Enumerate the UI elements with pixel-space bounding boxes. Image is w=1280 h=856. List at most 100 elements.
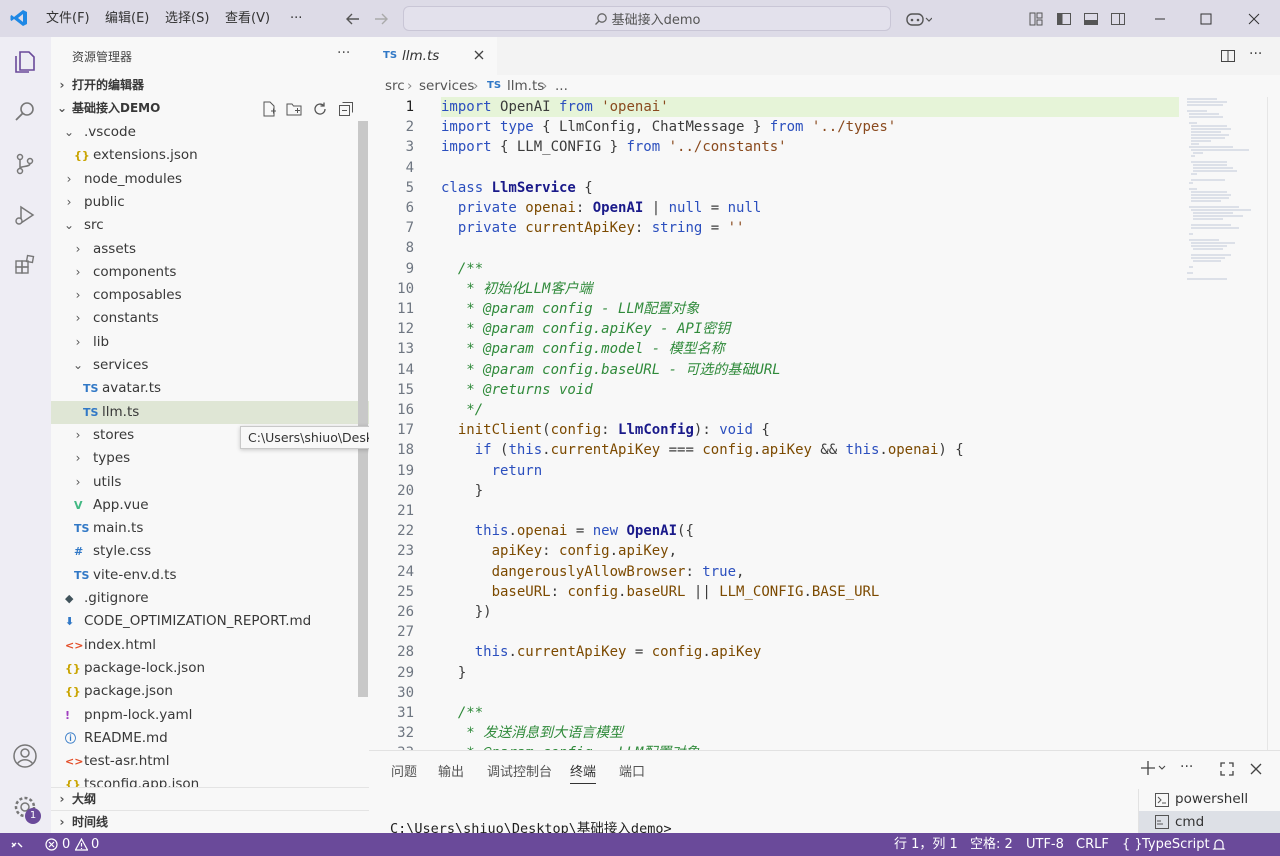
- tab-output[interactable]: 输出: [438, 761, 464, 780]
- tree-item[interactable]: ⌄ .vscode: [51, 121, 369, 144]
- timeline-section[interactable]: › 时间线: [51, 810, 369, 833]
- tree-item[interactable]: › components: [51, 261, 369, 284]
- tree-item-label: types: [93, 450, 131, 466]
- tree-item[interactable]: ⓘ README.md: [51, 727, 369, 750]
- editor-scrollbar[interactable]: [1267, 97, 1280, 750]
- tree-item[interactable]: ⌄ services: [51, 354, 369, 377]
- tree-item-label: README.md: [84, 730, 168, 746]
- maximize-panel-icon[interactable]: [1220, 762, 1234, 776]
- tree-item[interactable]: › constants: [51, 307, 369, 330]
- outline-section[interactable]: › 大纲: [51, 787, 369, 810]
- account-icon[interactable]: [10, 741, 40, 771]
- code-line: }): [441, 604, 492, 620]
- tab-llm-ts[interactable]: TS llm.ts: [369, 37, 497, 75]
- tree-item[interactable]: # style.css: [51, 540, 369, 563]
- panel-more-button[interactable]: ···: [1180, 759, 1193, 775]
- tree-item[interactable]: › node_modules: [51, 168, 369, 191]
- cursor-position[interactable]: 行 1，列 1: [894, 833, 958, 856]
- language-mode[interactable]: TypeScript: [1142, 833, 1210, 856]
- extensions-icon[interactable]: [10, 250, 40, 280]
- tab-ports[interactable]: 端口: [619, 761, 645, 780]
- tab-debug-console[interactable]: 调试控制台: [487, 761, 552, 780]
- tree-item[interactable]: ⬇ CODE_OPTIMIZATION_REPORT.md: [51, 610, 369, 633]
- new-terminal-icon[interactable]: [1140, 760, 1166, 776]
- close-window-icon[interactable]: [1244, 9, 1264, 29]
- tree-item[interactable]: {} extensions.json: [51, 144, 369, 167]
- tree-item[interactable]: ! pnpm-lock.yaml: [51, 704, 369, 727]
- terminal-item-cmd[interactable]: cmd: [1139, 811, 1280, 834]
- new-folder-icon[interactable]: [286, 101, 302, 117]
- toggle-primary-sidebar-icon[interactable]: [1054, 9, 1074, 29]
- file-type-icon: <>: [65, 755, 84, 768]
- tab-problems[interactable]: 问题: [391, 761, 417, 780]
- tab-terminal[interactable]: 终端: [570, 761, 597, 784]
- manage-gear-icon[interactable]: 1: [10, 792, 41, 824]
- tree-item[interactable]: › types: [51, 447, 369, 470]
- remote-icon[interactable]: [10, 838, 24, 852]
- code-line: * @param config.apiKey - API密钥: [441, 321, 731, 338]
- tree-item[interactable]: TS llm.ts: [51, 401, 369, 424]
- line-number: 30: [397, 684, 414, 701]
- new-file-icon[interactable]: [261, 101, 277, 117]
- explorer-icon[interactable]: [10, 47, 40, 77]
- sidebar-scrollbar[interactable]: [358, 121, 368, 697]
- split-editor-icon[interactable]: [1220, 48, 1236, 64]
- search-view-icon[interactable]: [10, 97, 40, 127]
- minimap[interactable]: [1185, 97, 1267, 287]
- indentation[interactable]: 空格: 2: [970, 833, 1013, 856]
- tree-item[interactable]: TS main.ts: [51, 517, 369, 540]
- sidebar-more-button[interactable]: ···: [337, 45, 350, 61]
- tree-item[interactable]: <> test-asr.html: [51, 750, 369, 773]
- encoding[interactable]: UTF-8: [1026, 833, 1064, 856]
- tree-item[interactable]: TS vite-env.d.ts: [51, 564, 369, 587]
- close-panel-icon[interactable]: [1249, 762, 1263, 776]
- tree-item-label: extensions.json: [93, 147, 198, 163]
- toggle-secondary-sidebar-icon[interactable]: [1108, 9, 1128, 29]
- run-debug-icon[interactable]: [10, 200, 40, 230]
- menu-file[interactable]: 文件(F): [46, 0, 90, 37]
- tree-item[interactable]: › lib: [51, 331, 369, 354]
- open-editors-section[interactable]: › 打开的编辑器: [51, 74, 369, 97]
- tree-item-label: llm.ts: [102, 404, 140, 420]
- menu-edit[interactable]: 编辑(E): [105, 0, 149, 37]
- tree-item[interactable]: V App.vue: [51, 494, 369, 517]
- status-bar: 0 0 行 1，列 1 空格: 2 UTF-8 CRLF { } TypeScr…: [0, 833, 1280, 856]
- minimize-icon[interactable]: [1150, 9, 1170, 29]
- forward-arrow-icon[interactable]: [371, 9, 391, 29]
- layout-customize-icon[interactable]: [1026, 9, 1046, 29]
- back-arrow-icon[interactable]: [343, 9, 363, 29]
- error-count[interactable]: 0: [62, 833, 70, 856]
- menu-view[interactable]: 查看(V): [225, 0, 270, 37]
- tree-item[interactable]: ◆ .gitignore: [51, 587, 369, 610]
- tree-item[interactable]: › assets: [51, 238, 369, 261]
- editor-more-button[interactable]: ···: [1249, 46, 1262, 62]
- tree-item[interactable]: › public: [51, 191, 369, 214]
- breadcrumb-src[interactable]: src: [385, 75, 405, 97]
- terminal-item-powershell[interactable]: powershell: [1139, 789, 1280, 811]
- menu-selection[interactable]: 选择(S): [165, 0, 209, 37]
- chevron-right-icon: ›: [75, 335, 81, 349]
- tree-item[interactable]: <> index.html: [51, 634, 369, 657]
- tree-item[interactable]: TS avatar.ts: [51, 377, 369, 400]
- warning-count[interactable]: 0: [91, 833, 99, 856]
- tree-item[interactable]: {} package-lock.json: [51, 657, 369, 680]
- notifications-bell-icon[interactable]: [1212, 838, 1226, 852]
- refresh-icon[interactable]: [312, 101, 328, 117]
- copilot-icon[interactable]: [904, 9, 934, 29]
- command-search[interactable]: 基础接入demo: [403, 6, 891, 31]
- toggle-panel-icon[interactable]: [1081, 9, 1101, 29]
- tree-item[interactable]: › utils: [51, 471, 369, 494]
- menu-more[interactable]: ···: [290, 0, 302, 37]
- close-tab-icon[interactable]: [472, 48, 486, 62]
- breadcrumb-symbol[interactable]: ...: [555, 75, 568, 97]
- tree-item[interactable]: › composables: [51, 284, 369, 307]
- breadcrumb-services[interactable]: services: [419, 75, 474, 97]
- source-control-icon[interactable]: [10, 149, 40, 179]
- code-editor[interactable]: 1 import OpenAI from 'openai' 2 import type…: [369, 97, 1280, 750]
- maximize-icon[interactable]: [1196, 9, 1216, 29]
- collapse-all-icon[interactable]: [338, 101, 354, 117]
- tree-item[interactable]: {} package.json: [51, 680, 369, 703]
- end-of-line[interactable]: CRLF: [1076, 833, 1109, 856]
- tree-item[interactable]: ⌄ src: [51, 214, 369, 237]
- breadcrumb-file[interactable]: llm.ts: [507, 75, 544, 97]
